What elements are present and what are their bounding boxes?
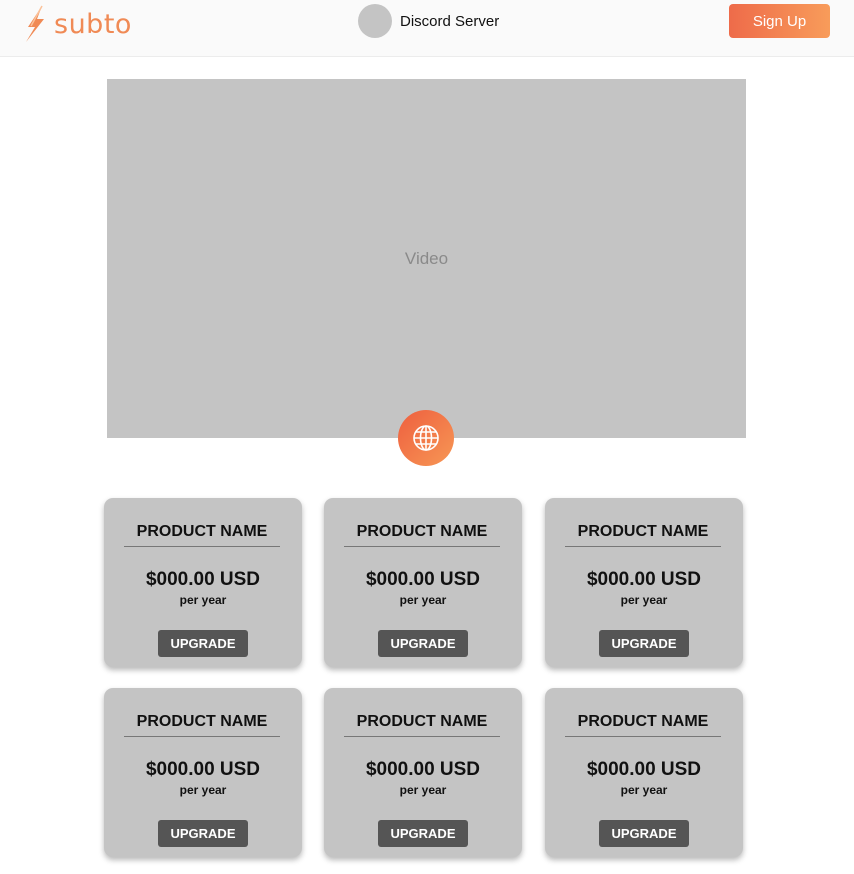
upgrade-button[interactable]: UPGRADE: [378, 630, 468, 657]
product-period: per year: [620, 593, 668, 607]
upgrade-button[interactable]: UPGRADE: [158, 820, 248, 847]
product-card: PRODUCT NAME $000.00 USD per year UPGRAD…: [324, 688, 522, 857]
product-period: per year: [620, 783, 668, 797]
product-name: PRODUCT NAME: [565, 713, 721, 737]
upgrade-button[interactable]: UPGRADE: [378, 820, 468, 847]
product-card: PRODUCT NAME $000.00 USD per year UPGRAD…: [104, 498, 302, 667]
product-card: PRODUCT NAME $000.00 USD per year UPGRAD…: [104, 688, 302, 857]
product-card: PRODUCT NAME $000.00 USD per year UPGRAD…: [545, 498, 743, 667]
product-price: $000.00 USD: [365, 569, 481, 590]
video-label: Video: [404, 248, 449, 268]
product-period: per year: [179, 593, 227, 607]
globe-button[interactable]: [398, 410, 454, 466]
server-avatar: [358, 4, 392, 38]
logo[interactable]: subto: [22, 4, 132, 44]
upgrade-button[interactable]: UPGRADE: [158, 630, 248, 657]
product-price: $000.00 USD: [145, 759, 261, 780]
video-placeholder[interactable]: Video: [107, 79, 746, 438]
product-name: PRODUCT NAME: [344, 523, 500, 547]
product-price: $000.00 USD: [365, 759, 481, 780]
header: subto Discord Server Sign Up: [0, 0, 854, 57]
logo-text: subto: [54, 8, 132, 40]
globe-icon: [413, 425, 439, 451]
product-card: PRODUCT NAME $000.00 USD per year UPGRAD…: [324, 498, 522, 667]
server-info[interactable]: Discord Server: [358, 4, 499, 38]
server-name: Discord Server: [400, 12, 500, 30]
upgrade-button[interactable]: UPGRADE: [599, 820, 689, 847]
product-name: PRODUCT NAME: [344, 713, 500, 737]
upgrade-button[interactable]: UPGRADE: [599, 630, 689, 657]
product-period: per year: [399, 593, 447, 607]
product-price: $000.00 USD: [586, 759, 702, 780]
product-name: PRODUCT NAME: [124, 523, 280, 547]
product-price: $000.00 USD: [586, 569, 702, 590]
product-price: $000.00 USD: [145, 569, 261, 590]
product-card: PRODUCT NAME $000.00 USD per year UPGRAD…: [545, 688, 743, 857]
product-name: PRODUCT NAME: [565, 523, 721, 547]
sign-up-button[interactable]: Sign Up: [729, 4, 830, 38]
lightning-bolt-icon: [26, 5, 44, 42]
product-period: per year: [399, 783, 447, 797]
product-period: per year: [179, 783, 227, 797]
product-name: PRODUCT NAME: [124, 713, 280, 737]
